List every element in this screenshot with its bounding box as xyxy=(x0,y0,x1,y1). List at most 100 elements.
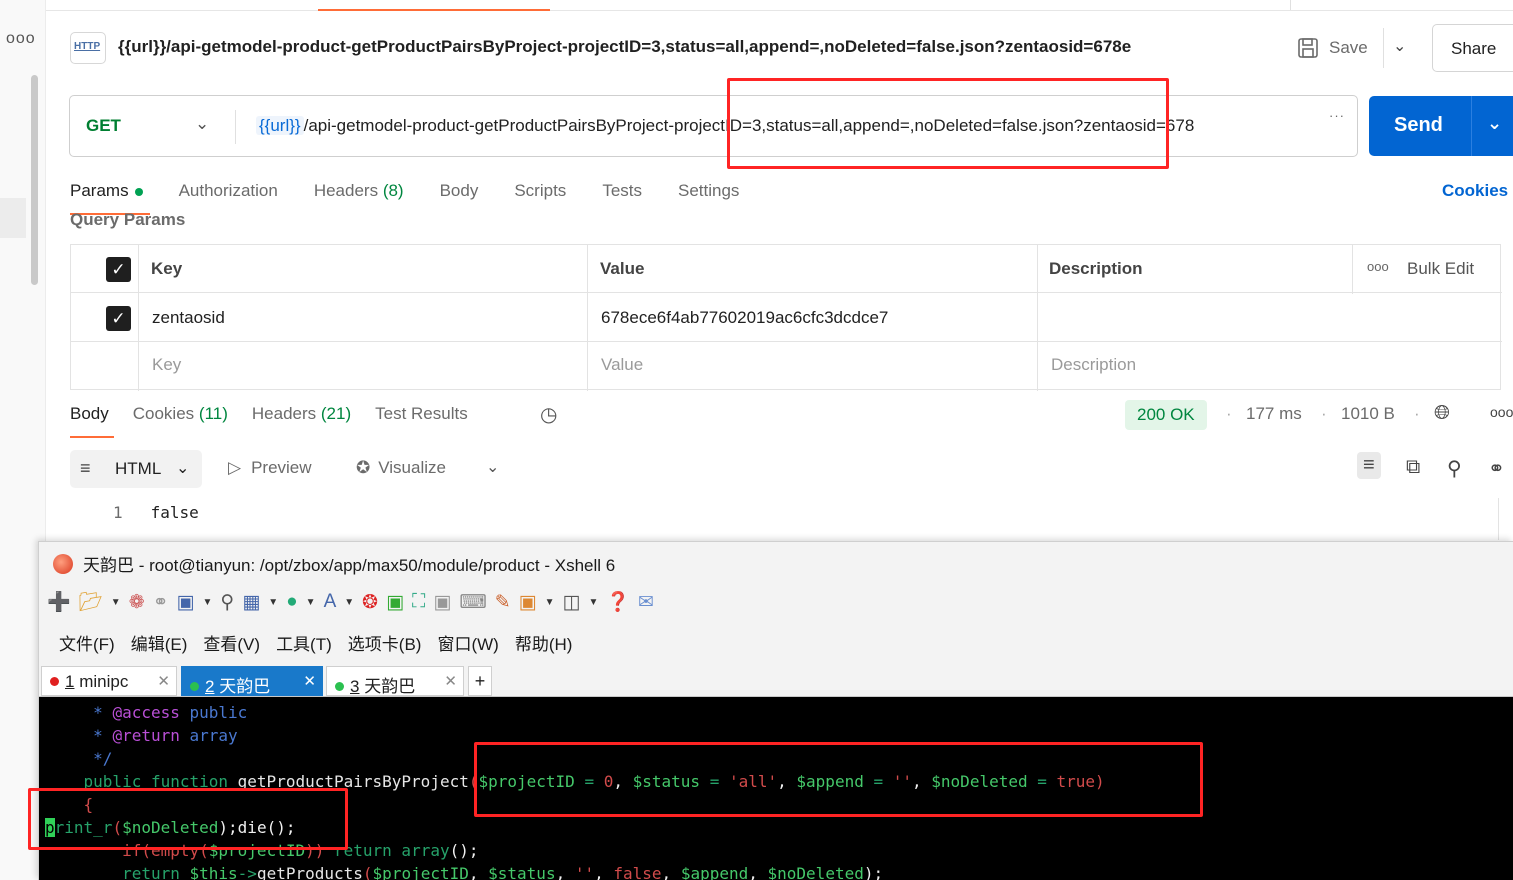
dropdown-arrow-icon[interactable]: ▼ xyxy=(588,597,598,608)
response-headers-count: (21) xyxy=(320,404,352,423)
tab-params-label: Params xyxy=(70,181,129,200)
menu-tools[interactable]: 工具(T) xyxy=(276,630,332,655)
lock-icon[interactable]: ▣ xyxy=(433,591,451,614)
wrap-lines-icon[interactable]: ≡ xyxy=(1357,452,1381,479)
highlight-box-url-params xyxy=(727,78,1169,169)
bulk-edit-button[interactable]: Bulk Edit xyxy=(1407,259,1474,279)
save-button[interactable]: Save xyxy=(1297,33,1368,63)
link-icon[interactable]: ⚭ xyxy=(1488,456,1505,481)
send-label: Send xyxy=(1394,114,1443,136)
send-button[interactable]: Send ⌄ xyxy=(1369,96,1513,156)
tab-headers-label: Headers xyxy=(313,181,379,200)
tab-response-body[interactable]: Body xyxy=(70,404,109,424)
row-checkbox[interactable]: ✓ xyxy=(106,306,131,331)
tab-scripts[interactable]: Scripts xyxy=(514,181,566,201)
response-scrollbar[interactable] xyxy=(1498,498,1513,540)
tab-tests[interactable]: Tests xyxy=(602,181,642,201)
tab-body[interactable]: Body xyxy=(440,181,479,201)
reconnect-icon[interactable]: ⚭ xyxy=(153,591,169,614)
menu-edit[interactable]: 编辑(E) xyxy=(131,630,188,655)
tab-params[interactable]: Params xyxy=(70,181,143,201)
session-tab-3[interactable]: 3 天韵巴 ✕ xyxy=(326,666,464,696)
layout-split-icon[interactable]: ◫ xyxy=(563,591,581,614)
value-input-placeholder[interactable]: Value xyxy=(601,355,643,375)
find-icon[interactable]: ⚲ xyxy=(220,591,234,614)
help-icon[interactable]: ❓ xyxy=(606,590,630,614)
share-button[interactable]: Share xyxy=(1432,24,1513,72)
menu-tabs[interactable]: 选项卡(B) xyxy=(348,630,422,655)
font-icon[interactable]: A xyxy=(324,591,337,613)
xmanager-icon[interactable]: ❂ xyxy=(362,591,378,614)
more-options-icon[interactable]: ooo xyxy=(1367,259,1389,274)
status-badge[interactable]: 200 OK xyxy=(1125,400,1207,430)
format-select[interactable]: ≡ HTML ⌄ xyxy=(70,450,202,488)
chevron-down-icon[interactable]: ⌄ xyxy=(486,457,499,477)
tab-authorization[interactable]: Authorization xyxy=(179,181,278,201)
cookies-link[interactable]: Cookies xyxy=(1442,181,1508,201)
dropdown-arrow-icon[interactable]: ▼ xyxy=(545,597,555,608)
more-options-icon[interactable]: ooo xyxy=(1490,404,1513,420)
tab-label: 天韵巴 xyxy=(219,677,271,696)
layout-icon[interactable]: ▦ xyxy=(242,591,260,614)
highlight-icon[interactable]: ✎ xyxy=(495,591,511,614)
select-all-checkbox[interactable]: ✓ xyxy=(106,257,131,282)
preview-button[interactable]: ▷ Preview xyxy=(228,458,312,478)
new-tab-group-icon[interactable]: ▣ xyxy=(519,591,537,614)
session-tab-active[interactable]: 2 天韵巴 ✕ xyxy=(181,666,323,696)
tab-response-headers[interactable]: Headers (21) xyxy=(252,404,351,424)
visualize-button[interactable]: ✪ Visualize xyxy=(356,458,446,478)
menu-window[interactable]: 窗口(W) xyxy=(437,630,498,655)
description-input-placeholder[interactable]: Description xyxy=(1051,355,1136,375)
session-tab-minipc[interactable]: 1 minipc ✕ xyxy=(41,666,177,696)
response-content[interactable]: false xyxy=(151,503,199,522)
dropdown-arrow-icon[interactable]: ▼ xyxy=(306,597,316,608)
dropdown-arrow-icon[interactable]: ▼ xyxy=(344,597,354,608)
keyboard-icon[interactable]: ⌨ xyxy=(459,591,486,614)
chevron-down-icon[interactable]: ⌄ xyxy=(1393,36,1406,56)
chevron-down-icon[interactable]: ⌄ xyxy=(195,114,209,134)
dropdown-arrow-icon[interactable]: ▼ xyxy=(203,597,213,608)
tab-test-results[interactable]: Test Results xyxy=(375,404,468,424)
close-icon[interactable]: ✕ xyxy=(303,672,316,690)
url-variable[interactable]: {{url}} xyxy=(256,116,304,135)
dropdown-arrow-icon[interactable]: ▼ xyxy=(268,597,278,608)
chat-icon[interactable]: ✉ xyxy=(638,591,654,614)
sidebar-scrollbar[interactable] xyxy=(31,75,38,285)
menu-file[interactable]: 文件(F) xyxy=(59,630,115,655)
menu-view[interactable]: 查看(V) xyxy=(203,630,260,655)
xftp-icon[interactable]: ▣ xyxy=(386,591,404,614)
method-select[interactable]: GET xyxy=(86,116,121,136)
tab-response-cookies[interactable]: Cookies (11) xyxy=(133,404,228,424)
table-row: ✓ zentaosid 678ece6f4ab77602019ac6cfc3dc… xyxy=(71,294,1502,342)
new-session-icon[interactable]: ➕ xyxy=(47,590,71,614)
close-icon[interactable]: ✕ xyxy=(157,672,170,690)
param-key-input[interactable]: zentaosid xyxy=(152,308,225,328)
globe-icon[interactable]: 🌐︎ xyxy=(1434,402,1450,425)
open-folder-icon[interactable]: 📂︎ xyxy=(79,590,103,614)
properties-icon[interactable]: ▣ xyxy=(177,591,195,614)
close-icon[interactable]: ✕ xyxy=(444,672,457,690)
request-title[interactable]: {{url}}/api-getmodel-product-getProductP… xyxy=(118,37,1131,57)
new-tab-button[interactable]: + xyxy=(468,666,492,696)
value-column-header: Value xyxy=(600,259,645,278)
sidebar-selected-item[interactable] xyxy=(0,198,26,238)
response-size[interactable]: 1010 B xyxy=(1341,404,1395,424)
dropdown-arrow-icon[interactable]: ▼ xyxy=(111,597,121,608)
key-input-placeholder[interactable]: Key xyxy=(152,355,181,375)
dot-separator: · xyxy=(1321,404,1327,423)
tab-settings[interactable]: Settings xyxy=(678,181,739,201)
search-icon[interactable]: ⚲ xyxy=(1447,456,1462,481)
tab-headers[interactable]: Headers (8) xyxy=(314,181,404,201)
chevron-down-icon[interactable]: ⌄ xyxy=(1487,113,1502,134)
tab-separator xyxy=(1290,0,1291,10)
disconnect-icon[interactable]: ❁ xyxy=(129,591,145,614)
fullscreen-icon[interactable]: ⛶ xyxy=(412,591,425,613)
history-icon[interactable]: ◷ xyxy=(540,402,557,427)
response-time[interactable]: 177 ms xyxy=(1246,404,1302,424)
table-header-row: ✓ Key Value Description ooo Bulk Edit xyxy=(71,245,1502,293)
more-icon[interactable]: ooo xyxy=(6,30,36,48)
param-value-input[interactable]: 678ece6f4ab77602019ac6cfc3dcdce7 xyxy=(601,308,888,328)
menu-help[interactable]: 帮助(H) xyxy=(515,630,573,655)
globe-icon[interactable]: ● xyxy=(286,591,297,613)
copy-icon[interactable]: ⧉ xyxy=(1406,456,1420,479)
